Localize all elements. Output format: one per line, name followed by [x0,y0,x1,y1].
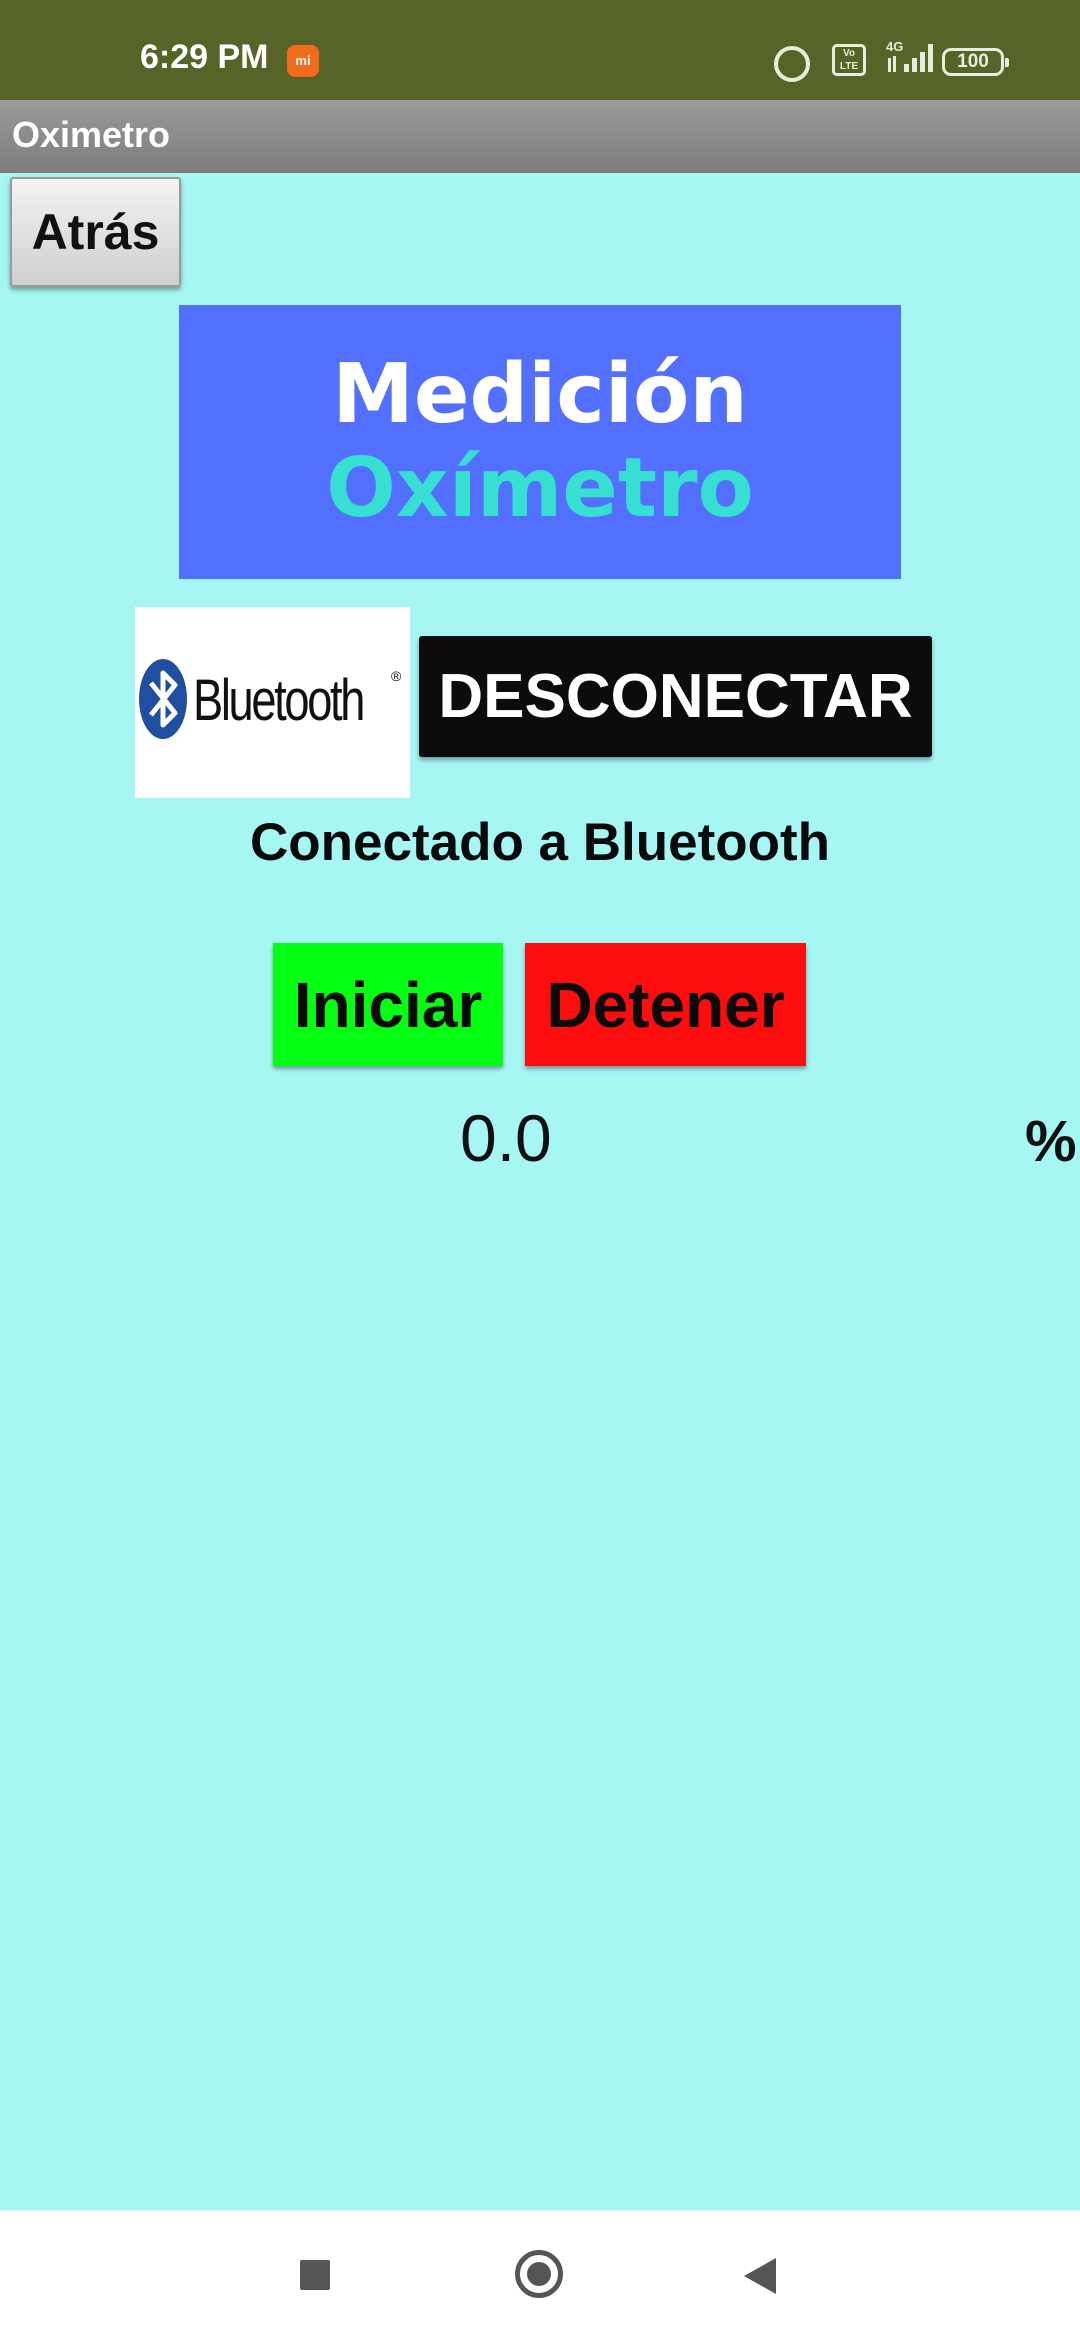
mi-notification-icon: mi [287,45,319,77]
recents-icon[interactable] [300,2260,330,2290]
network-type-label: 4G [886,39,903,54]
app-title-bar: Oximetro [0,100,1080,173]
oxygen-reading-value: 0.0 [460,1101,552,1175]
stop-button[interactable]: Detener [525,943,806,1066]
banner-title-line2: Oxímetro [326,441,754,536]
connection-status: Conectado a Bluetooth [249,813,831,872]
app-title: Oximetro [12,114,171,155]
back-icon[interactable] [742,2256,778,2296]
bluetooth-icon [139,659,187,739]
home-icon[interactable] [515,2250,563,2298]
heading-banner: Medición Oxímetro [179,305,901,579]
back-button[interactable]: Atrás [10,177,181,287]
bluetooth-logo-text: Bluetooth [193,668,365,733]
disconnect-button[interactable]: DESCONECTAR [419,636,932,757]
system-nav-bar [0,2210,1080,2340]
battery-icon: 100 [942,48,1009,76]
alarm-icon [774,46,810,82]
banner-title-line1: Medición [332,347,748,442]
bluetooth-logo: Bluetooth ® [135,607,410,798]
start-button[interactable]: Iniciar [273,943,503,1066]
oxygen-reading-unit: % [1025,1109,1077,1174]
status-bar: 6:29 PM mi Vo LTE 4G 100 [0,0,1080,100]
signal-icon: 4G [886,39,933,72]
status-time: 6:29 PM [140,38,269,76]
volte-icon: Vo LTE [832,44,866,76]
registered-mark: ® [391,668,402,684]
